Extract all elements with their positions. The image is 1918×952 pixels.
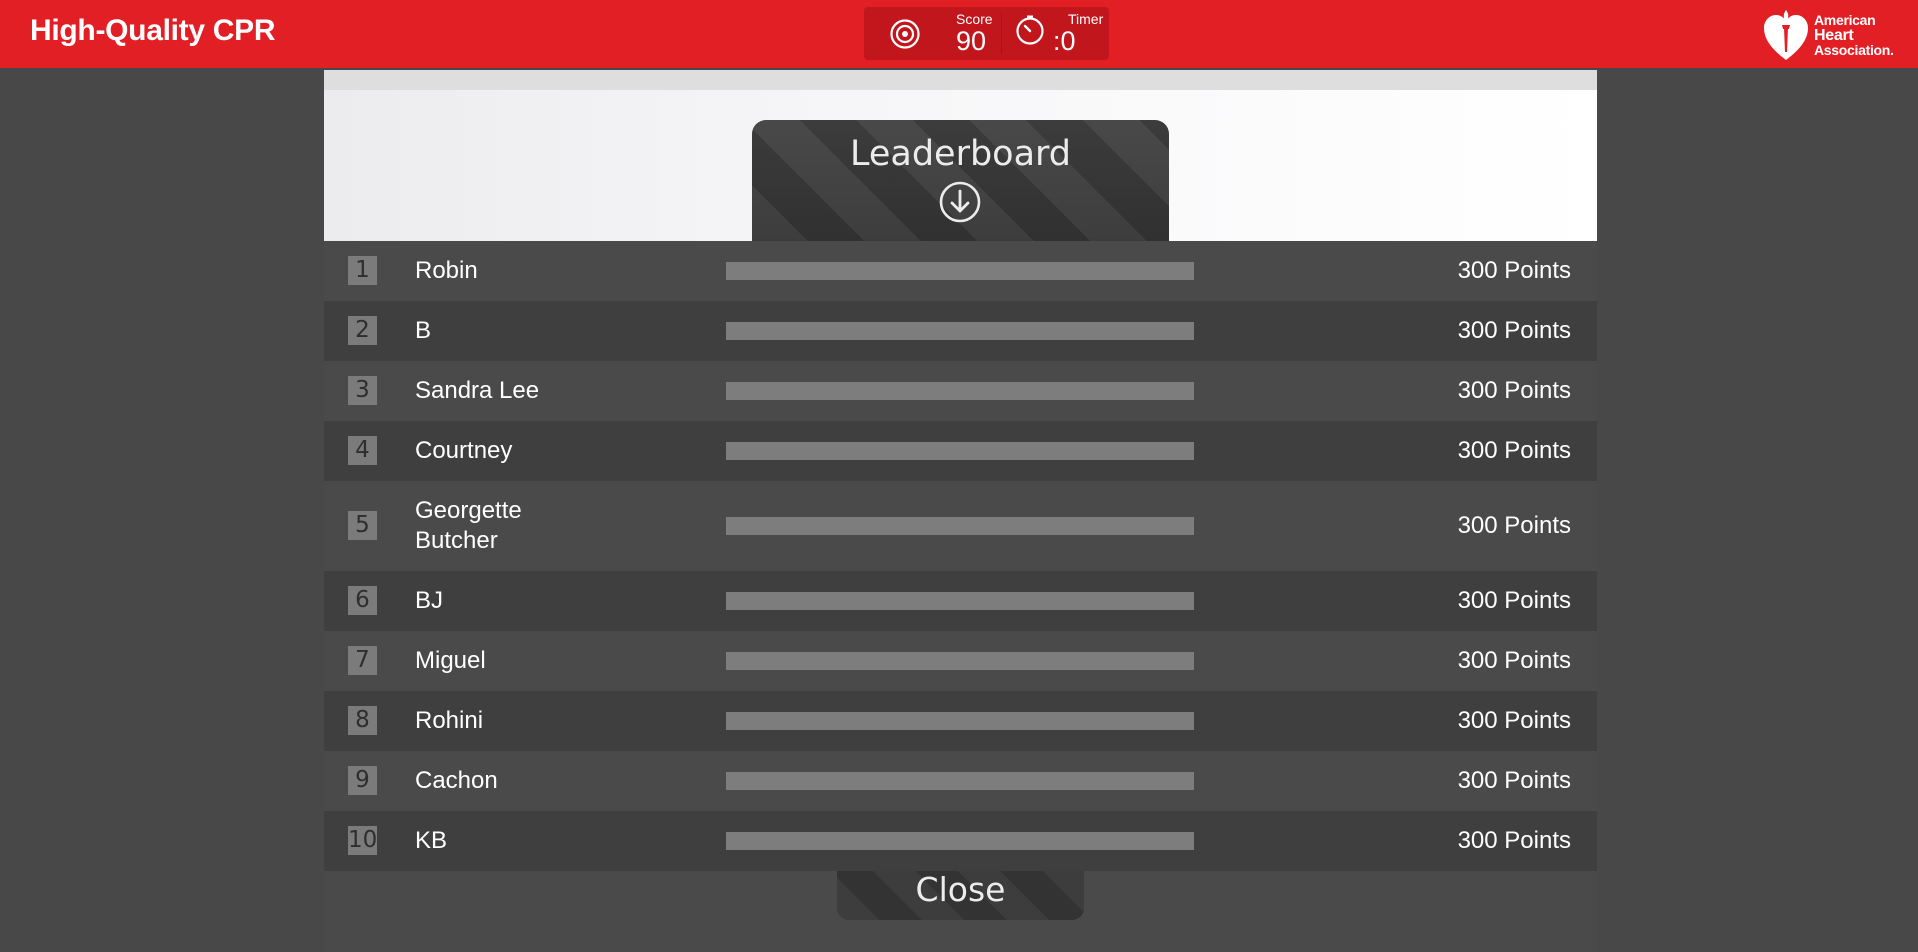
logo-text: American Heart Association. xyxy=(1814,13,1894,58)
rank-badge: 7 xyxy=(348,646,377,675)
player-name: Sandra Lee xyxy=(415,377,540,404)
score-timer-hud: Score 90 Timer :0 xyxy=(864,7,1109,60)
score-bar xyxy=(726,442,1194,460)
rank-badge: 8 xyxy=(348,706,377,735)
score-bar xyxy=(726,322,1194,340)
player-name: Robin xyxy=(415,257,478,284)
rank-badge: 10 xyxy=(348,826,378,855)
rank-badge: 1 xyxy=(348,256,377,285)
rank-badge: 3 xyxy=(348,376,377,405)
score-bar-fill xyxy=(726,712,1194,730)
leaderboard-list: 1 Robin 300 Points 2 B 300 Points 3 Sandra Lee 3… xyxy=(324,241,1597,871)
leaderboard-row: 7 Miguel 300 Points xyxy=(324,631,1597,691)
rank-badge: 4 xyxy=(348,436,377,465)
player-name: Cachon xyxy=(415,767,498,794)
score-bar-fill xyxy=(726,832,1194,850)
player-name: Miguel xyxy=(415,647,486,674)
player-points: 300 Points xyxy=(1457,437,1571,464)
player-points: 300 Points xyxy=(1457,827,1571,854)
score-bar xyxy=(726,832,1194,850)
score-bar-fill xyxy=(726,652,1194,670)
logo-line-2: Heart xyxy=(1814,27,1854,44)
player-points: 300 Points xyxy=(1457,317,1571,344)
rank-badge: 5 xyxy=(348,511,377,540)
rank-badge: 2 xyxy=(348,316,377,345)
player-points: 300 Points xyxy=(1457,647,1571,674)
player-points: 300 Points xyxy=(1457,512,1571,539)
leaderboard-row: 5 Georgette Butcher 300 Points xyxy=(324,481,1597,571)
score-bar-fill xyxy=(726,442,1194,460)
score-bar-fill xyxy=(726,592,1194,610)
score-bar xyxy=(726,592,1194,610)
logo-line-3: Association. xyxy=(1814,42,1894,58)
leaderboard-title: Leaderboard xyxy=(849,134,1072,174)
score-value: 90 xyxy=(956,26,987,56)
timer-label: Timer xyxy=(1068,11,1104,27)
hud-divider xyxy=(1001,13,1002,54)
leaderboard-row: 3 Sandra Lee 300 Points xyxy=(324,361,1597,421)
player-name: Rohini xyxy=(415,707,484,734)
leaderboard-modal: Leaderboard Close 1 Robin 300 Points 2 B 300 … xyxy=(324,70,1597,952)
arrow-down-circle-icon xyxy=(939,181,981,223)
score-bar xyxy=(726,712,1194,730)
player-points: 300 Points xyxy=(1457,707,1571,734)
leaderboard-row: 8 Rohini 300 Points xyxy=(324,691,1597,751)
score-bar-fill xyxy=(726,382,1194,400)
score-bar xyxy=(726,652,1194,670)
player-name: Courtney xyxy=(415,437,513,464)
logo-line-1: American xyxy=(1814,12,1876,28)
score-bar xyxy=(726,772,1194,790)
player-points: 300 Points xyxy=(1457,587,1571,614)
player-name: BJ xyxy=(415,587,444,614)
score-bar xyxy=(726,382,1194,400)
player-name: B xyxy=(415,317,432,344)
timer-value: :0 xyxy=(1053,26,1076,56)
heart-torch-icon xyxy=(1764,10,1808,60)
leaderboard-row: 1 Robin 300 Points xyxy=(324,241,1597,301)
player-points: 300 Points xyxy=(1457,377,1571,404)
score-bar-fill xyxy=(726,517,1194,535)
player-name: KB xyxy=(415,827,448,854)
player-points: 300 Points xyxy=(1457,767,1571,794)
leaderboard-row: 4 Courtney 300 Points xyxy=(324,421,1597,481)
leaderboard-tab[interactable]: Leaderboard xyxy=(752,120,1169,242)
player-name: Georgette Butcher xyxy=(415,497,522,554)
modal-top-strip xyxy=(324,70,1597,90)
rank-badge: 6 xyxy=(348,586,377,615)
target-icon xyxy=(890,19,920,49)
score-bar-fill xyxy=(726,262,1194,280)
score-bar-fill xyxy=(726,772,1194,790)
leaderboard-row: 10 KB 300 Points xyxy=(324,811,1597,871)
score-bar xyxy=(726,262,1194,280)
aha-logo: American Heart Association. xyxy=(1762,7,1912,63)
top-bar: High-Quality CPR Score 90 Timer :0 Ameri… xyxy=(0,0,1918,68)
player-points: 300 Points xyxy=(1457,257,1571,284)
rank-badge: 9 xyxy=(348,766,377,795)
score-bar xyxy=(726,517,1194,535)
stopwatch-icon xyxy=(1016,15,1044,45)
leaderboard-row: 2 B 300 Points xyxy=(324,301,1597,361)
score-bar-fill xyxy=(726,322,1194,340)
leaderboard-row: 9 Cachon 300 Points xyxy=(324,751,1597,811)
app-title: High-Quality CPR xyxy=(30,14,276,47)
leaderboard-row: 6 BJ 300 Points xyxy=(324,571,1597,631)
score-label: Score xyxy=(956,11,993,27)
